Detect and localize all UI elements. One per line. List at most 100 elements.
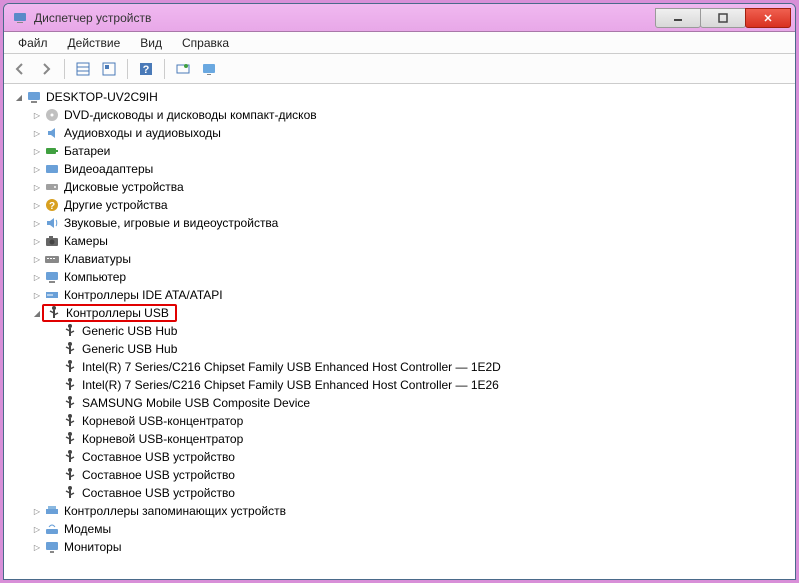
tree-node[interactable]: ◢ DESKTOP-UV2C9IH — [4, 88, 795, 106]
nav-back-button[interactable] — [8, 57, 32, 81]
menu-view[interactable]: Вид — [130, 33, 172, 53]
node-label: Контроллеры запоминающих устройств — [64, 504, 286, 518]
other-icon: ? — [44, 197, 60, 213]
node-label: Составное USB устройство — [82, 468, 235, 482]
toolbar: ? — [4, 54, 795, 84]
media-icon — [44, 215, 60, 231]
usb-icon — [62, 449, 78, 465]
usb-icon — [62, 467, 78, 483]
titlebar[interactable]: Диспетчер устройств — [4, 4, 795, 32]
tree-node[interactable]: ▷ Мониторы — [4, 538, 795, 556]
tree-node[interactable]: Intel(R) 7 Series/C216 Chipset Family US… — [4, 376, 795, 394]
usb-icon — [46, 305, 62, 321]
expand-icon[interactable]: ▷ — [30, 522, 44, 536]
node-label: DESKTOP-UV2C9IH — [46, 90, 158, 104]
tree-node[interactable]: Generic USB Hub — [4, 340, 795, 358]
expand-icon[interactable]: ▷ — [30, 234, 44, 248]
tree-node[interactable]: ▷Батареи — [4, 142, 795, 160]
help-button[interactable]: ? — [134, 57, 158, 81]
node-label: Камеры — [64, 234, 108, 248]
view-list-button[interactable] — [71, 57, 95, 81]
expand-icon[interactable]: ▷ — [30, 126, 44, 140]
menu-help[interactable]: Справка — [172, 33, 239, 53]
svg-text:?: ? — [49, 201, 55, 212]
app-icon — [12, 10, 28, 26]
expand-icon[interactable]: ▷ — [30, 162, 44, 176]
tree-node[interactable]: ▷ Модемы — [4, 520, 795, 538]
toolbar-separator — [164, 59, 165, 79]
tree-node[interactable]: Составное USB устройство — [4, 484, 795, 502]
storage-icon — [44, 503, 60, 519]
svg-text:?: ? — [143, 64, 150, 76]
expand-icon[interactable]: ▷ — [30, 288, 44, 302]
node-label: Контроллеры IDE ATA/ATAPI — [64, 288, 223, 302]
node-label: SAMSUNG Mobile USB Composite Device — [82, 396, 310, 410]
disk-icon — [44, 179, 60, 195]
tree-node[interactable]: SAMSUNG Mobile USB Composite Device — [4, 394, 795, 412]
ide-icon — [44, 287, 60, 303]
collapse-icon[interactable]: ◢ — [12, 90, 26, 104]
monitor-icon — [44, 539, 60, 555]
node-label: Видеоадаптеры — [64, 162, 153, 176]
tree-node[interactable]: ▷ Камеры — [4, 232, 795, 250]
node-label: Модемы — [64, 522, 111, 536]
menu-file[interactable]: Файл — [8, 33, 58, 53]
usb-icon — [62, 431, 78, 447]
tree-node[interactable]: Корневой USB-концентратор — [4, 412, 795, 430]
expand-icon[interactable]: ▷ — [30, 252, 44, 266]
tree-node[interactable]: ▷ Аудиовходы и аудиовыходы — [4, 124, 795, 142]
battery-icon — [44, 143, 60, 159]
toolbar-separator — [127, 59, 128, 79]
expand-icon[interactable]: ▷ — [30, 108, 44, 122]
tree-area: ◢DESKTOP-UV2C9IH▷DVD-дисководы и дисково… — [4, 84, 795, 579]
window-controls — [656, 8, 791, 28]
menu-action[interactable]: Действие — [58, 33, 131, 53]
tree-node[interactable]: ▷Дисковые устройства — [4, 178, 795, 196]
expand-icon[interactable]: ▷ — [30, 270, 44, 284]
expand-icon[interactable]: ▷ — [30, 504, 44, 518]
tree-node[interactable]: ▷Клавиатуры — [4, 250, 795, 268]
tree-node[interactable]: ◢Контроллеры USB — [4, 304, 795, 322]
node-label: Мониторы — [64, 540, 121, 554]
node-label: Intel(R) 7 Series/C216 Chipset Family US… — [82, 360, 501, 374]
tree-node[interactable]: Intel(R) 7 Series/C216 Chipset Family US… — [4, 358, 795, 376]
scan-button[interactable] — [171, 57, 195, 81]
tree-node[interactable]: Составное USB устройство — [4, 466, 795, 484]
expand-icon[interactable]: ▷ — [30, 216, 44, 230]
node-label: Аудиовходы и аудиовыходы — [64, 126, 221, 140]
node-label: Корневой USB-концентратор — [82, 432, 243, 446]
tree-node[interactable]: Generic USB Hub — [4, 322, 795, 340]
camera-icon — [44, 233, 60, 249]
usb-icon — [62, 323, 78, 339]
computer-icon — [26, 89, 42, 105]
expand-icon[interactable]: ▷ — [30, 540, 44, 554]
tree-node[interactable]: Составное USB устройство — [4, 448, 795, 466]
expand-icon[interactable]: ▷ — [30, 180, 44, 194]
tree-node[interactable]: ▷ Видеоадаптеры — [4, 160, 795, 178]
modem-icon — [44, 521, 60, 537]
node-label: Generic USB Hub — [82, 342, 177, 356]
node-label: Другие устройства — [64, 198, 168, 212]
node-label: DVD-дисководы и дисководы компакт-дисков — [64, 108, 317, 122]
tree-node[interactable]: ▷? Другие устройства — [4, 196, 795, 214]
tree-node[interactable]: ▷ DVD-дисководы и дисководы компакт-диско… — [4, 106, 795, 124]
close-button[interactable] — [745, 8, 791, 28]
tree-node[interactable]: ▷ Контроллеры запоминающих устройств — [4, 502, 795, 520]
expand-icon[interactable]: ▷ — [30, 144, 44, 158]
nav-forward-button[interactable] — [34, 57, 58, 81]
tree-node[interactable]: ▷ Контроллеры IDE ATA/ATAPI — [4, 286, 795, 304]
window-title: Диспетчер устройств — [34, 11, 656, 25]
maximize-button[interactable] — [700, 8, 746, 28]
display-button[interactable] — [197, 57, 221, 81]
tree-node[interactable]: ▷Звуковые, игровые и видеоустройства — [4, 214, 795, 232]
tree-node[interactable]: ▷Компьютер — [4, 268, 795, 286]
tree-node[interactable]: Корневой USB-концентратор — [4, 430, 795, 448]
expand-icon[interactable]: ▷ — [30, 198, 44, 212]
minimize-button[interactable] — [655, 8, 701, 28]
node-label: Составное USB устройство — [82, 486, 235, 500]
properties-button[interactable] — [97, 57, 121, 81]
node-label: Generic USB Hub — [82, 324, 177, 338]
menubar: Файл Действие Вид Справка — [4, 32, 795, 54]
disc-icon — [44, 107, 60, 123]
device-tree[interactable]: ◢DESKTOP-UV2C9IH▷DVD-дисководы и дисково… — [4, 84, 795, 579]
